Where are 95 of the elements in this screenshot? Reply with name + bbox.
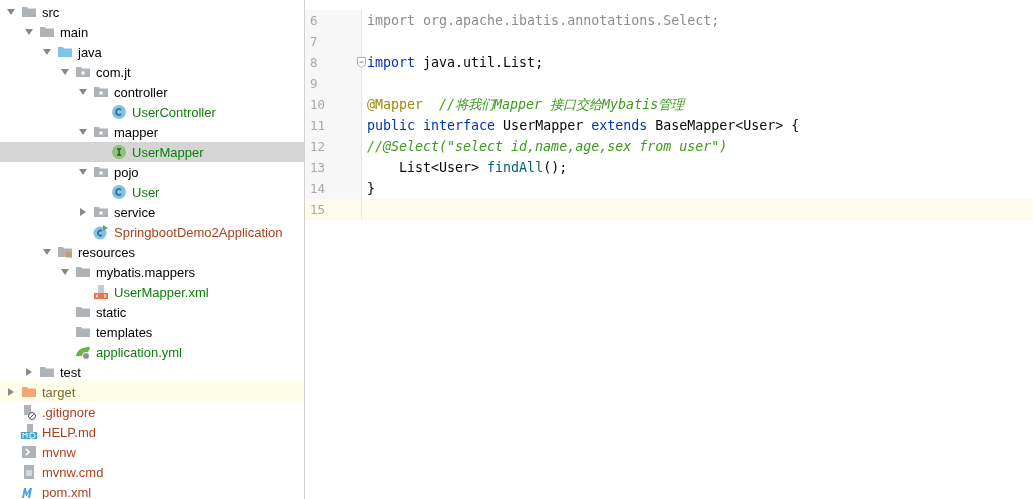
item-label: target [41,384,76,400]
expand-arrow-icon[interactable] [78,167,88,177]
item-label: pojo [113,164,139,180]
item-label: test [59,364,81,380]
item-label: mapper [113,124,159,140]
item-label: mvnw [41,444,76,460]
folder-icon [21,4,37,20]
code-line: } [367,181,375,196]
markdown-file-icon [21,424,37,440]
tree-item[interactable]: SpringbootDemo2Application [0,222,304,242]
tree-item[interactable]: target [0,382,304,402]
class-icon [111,104,127,120]
item-label: java [76,44,102,60]
tree-item[interactable]: UserMapper.xml [0,282,304,302]
terminal-file-icon [21,444,37,460]
folder-icon [39,24,55,40]
text-file-icon [21,464,37,480]
line-number: 14 [310,181,326,196]
interface-icon [111,144,127,160]
xml-file-icon [93,284,109,300]
code-line: public interface UserMapper extends BaseMapper<User> { [367,118,800,133]
tree-item[interactable]: com.jt [0,62,304,82]
tree-item[interactable]: templates [0,322,304,342]
folder-icon [75,304,91,320]
line-number: 11 [310,118,326,133]
folder-icon [21,384,37,400]
tree-item[interactable]: pom.xml [0,482,304,499]
ignore-file-icon [21,404,37,420]
fold-marker-icon[interactable] [357,57,366,68]
code-line: import java.util.List; [367,55,544,70]
tree-item[interactable]: UserMapper [0,142,304,162]
spring-leaf-icon [75,344,91,360]
tree-item[interactable]: mvnw [0,442,304,462]
tree-item[interactable]: src [0,2,304,22]
package-icon [93,124,109,140]
item-label: com.jt [95,64,131,80]
folder-icon [57,44,73,60]
line-number: 9 [310,76,318,91]
item-label: HELP.md [41,424,96,440]
item-label: User [131,184,160,200]
line-number: 10 [310,97,326,112]
item-label: templates [95,324,153,340]
line-number: 7 [310,34,318,49]
collapse-arrow-icon[interactable] [78,207,88,217]
line-number: 12 [310,139,326,154]
line-number: 8 [310,55,318,70]
folder-icon [75,264,91,280]
item-label: controller [113,84,168,100]
item-label: service [113,204,156,220]
item-label: UserMapper.xml [113,284,209,300]
item-label: .gitignore [41,404,96,420]
package-icon [93,164,109,180]
item-label: src [41,4,60,20]
tree-item[interactable]: test [0,362,304,382]
tree-item[interactable]: main [0,22,304,42]
code-line: @Mapper //将我们Mapper 接口交给Mybatis管理 [367,95,685,114]
class-icon [111,184,127,200]
code-line: import org.apache.ibatis.annotations.Select; [367,13,720,28]
tree-item[interactable]: static [0,302,304,322]
tree-item[interactable]: java [0,42,304,62]
tree-item[interactable]: service [0,202,304,222]
item-label: resources [77,244,136,260]
tree-item[interactable]: UserController [0,102,304,122]
package-icon [93,84,109,100]
tree-item[interactable]: HELP.md [0,422,304,442]
tree-item[interactable]: .gitignore [0,402,304,422]
tree-item[interactable]: controller [0,82,304,102]
line-number: 15 [310,202,326,217]
item-label: main [59,24,89,40]
item-label: UserController [131,104,216,120]
item-label: mvnw.cmd [41,464,104,480]
item-label: mybatis.mappers [95,264,195,280]
line-number: 13 [310,160,326,175]
item-label: UserMapper [131,144,204,160]
tree-item[interactable]: resources [0,242,304,262]
tree-item[interactable]: User [0,182,304,202]
item-label: application.yml [95,344,182,360]
tree-item[interactable]: mybatis.mappers [0,262,304,282]
code-line: List<User> findAll(); [398,160,568,175]
tree-item[interactable]: pojo [0,162,304,182]
item-label: SpringbootDemo2Application [113,224,283,240]
folder-icon [75,324,91,340]
code-line: //@Select("select id,name,age,sex from user") [367,139,728,154]
folder-icon [39,364,55,380]
item-label: static [95,304,127,320]
spring-class-icon [93,224,109,240]
package-icon [75,64,91,80]
tree-item[interactable]: application.yml [0,342,304,362]
expand-arrow-icon[interactable] [78,127,88,137]
tree-item[interactable]: mvnw.cmd [0,462,304,482]
resources-folder-icon [57,244,73,260]
item-label: pom.xml [41,484,92,499]
package-icon [93,204,109,220]
tree-item[interactable]: mapper [0,122,304,142]
line-number: 6 [310,13,318,28]
